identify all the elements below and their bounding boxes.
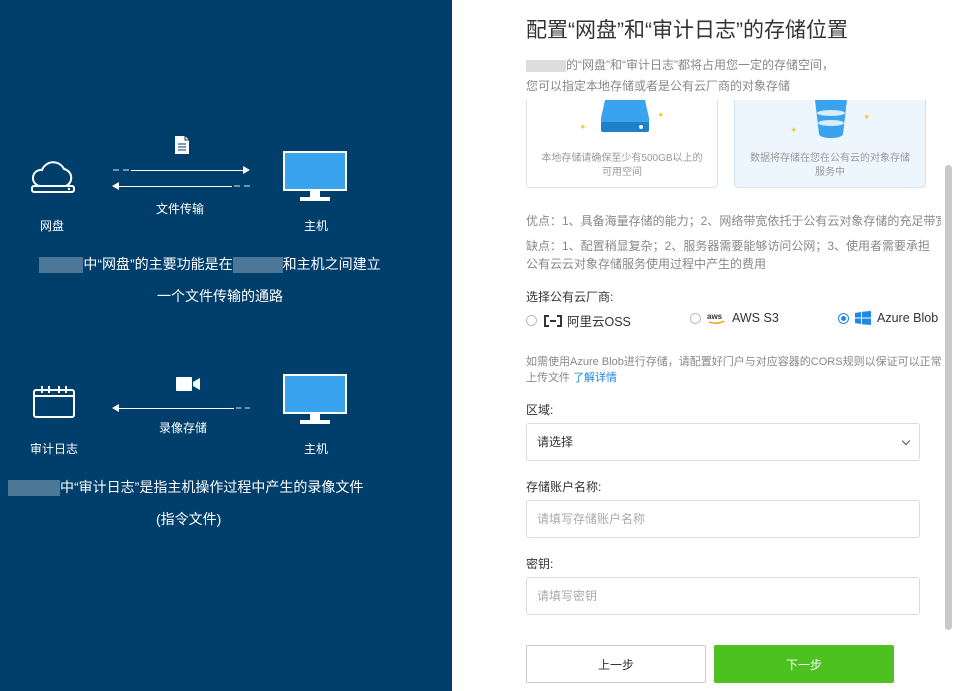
file-transfer-label: 文件传输 [156,202,205,216]
sparkle-icon: ✦ [790,125,798,135]
cloud-drive-description: 中“网盘”的主要功能是在 和主机之间建立 一个文件传输的通路 [20,248,420,312]
pros-text: 优点：1、具备海量存储的能力；2、网络带宽依托于公有云对象存储的充足带宽 [526,214,941,228]
aws-logo-icon: aws [707,312,725,324]
recording-storage-label: 录像存储 [159,421,208,435]
local-storage-card[interactable]: ✦ ✦ 本地存储请确保至少有500GB以上的可用空间 [526,100,718,188]
arrow-left-line [118,408,234,409]
provider-aliyun-radio[interactable]: 阿里云OSS [526,311,631,330]
monitor-icon [283,151,347,201]
scrollbar[interactable] [945,165,952,630]
prev-step-button[interactable]: 上一步 [526,645,706,683]
next-step-button[interactable]: 下一步 [714,645,894,683]
provider-label: 选择公有云厂商: [526,290,614,304]
arrow-left-head [112,404,119,412]
cors-note: 如需使用Azure Blob进行存储，请配置好门户与对应容器的CORS规则以保证… [526,356,942,384]
cloud-drive-icon [31,161,75,193]
radio-dot [690,312,701,324]
dash-decor [236,407,250,409]
redacted-text [232,257,283,274]
hard-drive-icon [601,100,649,132]
config-panel: 配置“网盘”和“审计日志”的存储位置 的“网盘”和“审计日志”都将占用您一定的存… [452,0,960,691]
cloud-drive-label: 网盘 [40,219,65,233]
account-label: 存储账户名称: [526,480,602,494]
document-icon [175,136,189,154]
sparkle-icon: ✦ [657,110,665,120]
key-input[interactable]: 请填写密钥 [526,577,920,615]
redacted-text [39,257,84,274]
page-title: 配置“网盘”和“审计日志”的存储位置 [526,19,848,42]
key-label: 密钥: [526,557,554,571]
host-label: 主机 [304,442,329,456]
provider-aws-radio[interactable]: aws AWS S3 [690,311,779,325]
sparkle-icon: ✦ [863,112,871,122]
dash-decor [234,185,250,187]
sparkle-icon: ✦ [579,122,587,132]
subtitle-2: 您可以指定本地存储或者是公有云厂商的对象存储 [526,79,791,93]
radio-dot [526,315,537,326]
video-camera-icon [176,377,200,391]
audit-log-description: 中“审计日志”是指主机操作过程中产生的录像文件 (指令文件) [8,471,378,535]
windows-logo-icon [855,311,871,325]
redacted-text [8,480,60,497]
audit-log-label: 审计日志 [30,442,79,456]
region-select[interactable]: 请选择 [526,423,920,461]
arrow-left-line [118,186,232,187]
cloud-storage-card[interactable]: ✦ ✦ 数据将存储在您在公有云的对象存储服务中 [734,100,926,188]
host-label: 主机 [304,219,329,233]
account-name-input[interactable]: 请填写存储账户名称 [526,500,920,538]
learn-more-link[interactable]: 了解详情 [573,372,617,384]
arrow-right-head [243,166,250,174]
local-storage-text: 本地存储请确保至少有500GB以上的可用空间 [541,153,703,178]
monitor-icon [283,374,347,424]
provider-radio-group: 阿里云OSS aws AWS S3 Azure Blob [526,311,942,329]
redacted-text [526,59,566,72]
region-label: 区域: [526,403,554,417]
cloud-storage-text: 数据将存储在您在公有云的对象存储服务中 [750,153,910,178]
arrow-right-line [131,170,244,171]
arrow-left-head [112,182,119,190]
cons-text: 缺点：1、配置稍显复杂；2、服务器需要能够访问公网；3、使用者需要承担公有云云对… [526,239,931,271]
dash-decor [113,169,129,171]
provider-azure-radio[interactable]: Azure Blob [838,311,938,325]
aliyun-logo-icon [544,314,562,327]
audit-log-icon [33,386,75,418]
svg-text:aws: aws [707,312,723,321]
database-bucket-icon [815,100,847,138]
radio-dot [838,312,849,324]
illustration-panel: 网盘 文件传输 主机 中“网盘”的主要功能是在 和主机之间建立 一个文件传输的通路… [0,0,452,691]
chevron-down-icon [901,436,911,446]
subtitle-1: 的“网盘”和“审计日志”都将占用您一定的存储空间， [526,56,834,73]
